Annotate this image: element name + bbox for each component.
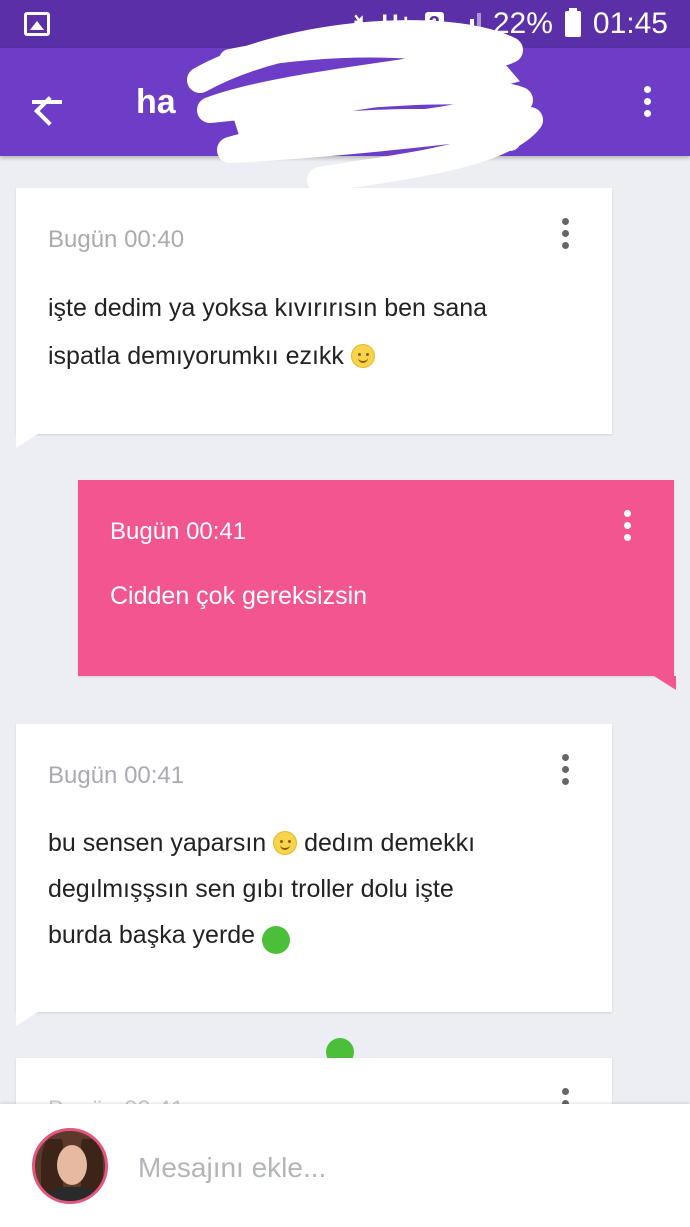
avatar[interactable] [32, 1128, 108, 1204]
message-list[interactable]: Bugün 00:40 işte dedim ya yoksa kıvırırı… [0, 156, 690, 1104]
smile-emoji-icon [273, 831, 298, 855]
overflow-menu-icon[interactable] [642, 86, 652, 120]
smile-emoji-icon [350, 344, 375, 368]
message-timestamp: Bugün 00:40 [48, 226, 185, 253]
clock: 01:45 [592, 7, 668, 40]
message-bubble-incoming[interactable]: Bugün 00:40 işte dedim ya yoksa kıvırırı… [16, 188, 612, 448]
message-text: Cidden çok gereksizsin [110, 582, 368, 610]
message-timestamp: Bugün 00:41 [48, 762, 185, 789]
message-menu-icon[interactable] [560, 754, 570, 788]
battery-icon [564, 8, 581, 37]
message-menu-icon[interactable] [622, 510, 632, 544]
message-menu-icon[interactable] [560, 218, 570, 252]
message-text: bu sensen yaparsın dedım demekkı degılmı… [48, 829, 476, 949]
message-bubble-incoming[interactable]: Bugün 00:41 [16, 1058, 612, 1104]
message-timestamp: Bugün 00:41 [110, 518, 247, 545]
message-bubble-outgoing[interactable]: Bugün 00:41 Cidden çok gereksizsin [78, 480, 676, 690]
message-text: işte dedim ya yoksa kıvırırısın ben sana… [48, 294, 488, 370]
message-menu-icon[interactable] [560, 1088, 570, 1104]
green-dot [262, 926, 290, 954]
gallery-notification-icon [24, 12, 50, 36]
message-timestamp: Bugün 00:41 [48, 1096, 184, 1104]
message-input[interactable] [138, 1144, 638, 1192]
message-bubble-incoming[interactable]: Bugün 00:41 bu sensen yaparsın dedım dem… [16, 724, 612, 1026]
back-arrow-icon[interactable] [28, 82, 68, 122]
message-composer [0, 1104, 690, 1227]
